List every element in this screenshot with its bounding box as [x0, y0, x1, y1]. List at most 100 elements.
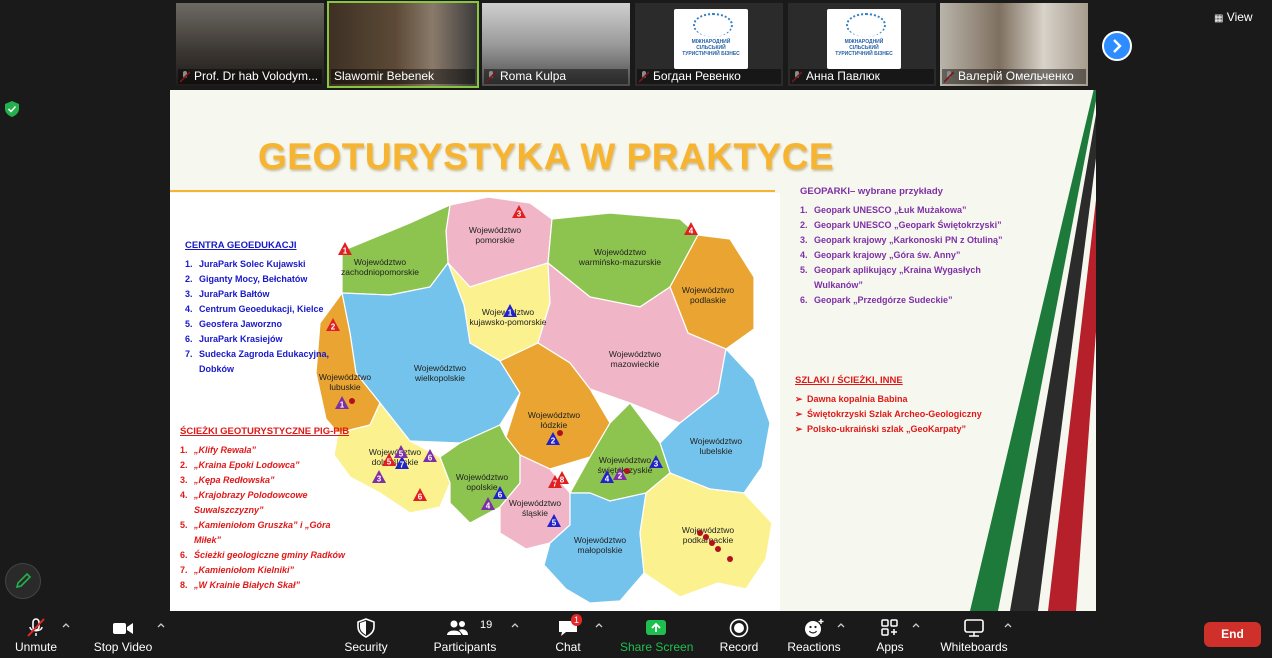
sciezki-heading: ŚCIEŻKI GEOTURYSTYCZNE PIG-PIB — [180, 426, 350, 437]
chevron-up-icon[interactable] — [511, 621, 519, 629]
participant-tile[interactable]: Валерій Омельченко — [940, 3, 1088, 86]
list-number: 5. — [800, 265, 808, 275]
next-page-button[interactable] — [1102, 31, 1132, 61]
list-item: 4. Geopark krajowy „Góra św. Anny” — [800, 248, 1020, 263]
shared-slide: GEOTURYSTYKA W PRAKTYCE Województwo pomor… — [170, 90, 1096, 611]
list-item: 5. „Kamieniołom Gruszka” i „Góra Miłek” — [180, 518, 352, 548]
security-label: Security — [344, 640, 388, 654]
encryption-shield-icon[interactable] — [5, 101, 19, 117]
participant-name: Roma Kulpa — [484, 69, 628, 84]
map-site-dot — [727, 556, 733, 562]
region-label: Województwo — [690, 436, 743, 446]
whiteboards-button[interactable]: Whiteboards — [938, 611, 1010, 658]
list-text: Geopark „Przedgórze Sudeckie” — [814, 295, 953, 305]
apps-grid-icon — [881, 619, 898, 636]
participant-tile-active-speaker[interactable]: Slawomir Bebenek — [327, 1, 479, 88]
list-text: Geosfera Jaworzno — [199, 319, 283, 329]
participant-tile[interactable]: Roma Kulpa — [482, 3, 630, 86]
unmute-button[interactable]: Unmute — [8, 611, 64, 658]
organization-logo: МІЖНАРОДНИЙ СІЛЬСЬКИЙ ТУРИСТИЧНИЙ БІЗНЕС — [674, 9, 748, 69]
map-site-dot — [697, 530, 703, 536]
list-number: 7. — [180, 565, 188, 575]
list-number: 2. — [800, 220, 808, 230]
sciezki-list: ŚCIEŻKI GEOTURYSTYCZNE PIG-PIB 1. „Klify … — [180, 424, 352, 593]
arrow-bullet-icon: ➢ — [795, 394, 803, 404]
security-button[interactable]: Security — [340, 611, 392, 658]
list-item: 7. Sudecka Zagroda Edukacyjna, Dobków — [185, 347, 355, 377]
list-text: Geopark UNESCO „Geopark Świętokrzyski” — [814, 220, 1002, 230]
list-item: 6. Geopark „Przedgórze Sudeckie” — [800, 293, 1020, 308]
video-camera-icon — [113, 623, 133, 634]
list-text: JuraPark Bałtów — [199, 289, 270, 299]
region-label: Województwo — [509, 498, 562, 508]
list-item: 6. Ścieżki geologiczne gminy Radków — [180, 548, 352, 563]
participant-name: Slawomir Bebenek — [331, 69, 475, 84]
chat-badge: 1 — [571, 614, 583, 626]
list-text: „Krajobrazy Polodowcowe Suwalszczyzny” — [194, 490, 308, 515]
szlaki-list: SZLAKI / ŚCIEŻKI, INNE ➢ Dawna kopalnia B… — [795, 373, 1015, 437]
participants-button[interactable]: 19 Participants — [432, 611, 498, 658]
list-text: „Kamieniołom Gruszka” i „Góra Miłek” — [194, 520, 331, 545]
region-label: podlaskie — [690, 295, 726, 305]
reactions-label: Reactions — [787, 640, 841, 654]
participant-tile[interactable]: МІЖНАРОДНИЙ СІЛЬСЬКИЙ ТУРИСТИЧНИЙ БІЗНЕС… — [788, 3, 936, 86]
share-screen-button[interactable]: Share Screen — [620, 611, 693, 658]
map-site-dot — [557, 430, 563, 436]
map-marker-label: 6 — [418, 493, 423, 502]
map-marker-label: 5 — [552, 519, 557, 528]
chat-button[interactable]: 1 Chat — [548, 611, 588, 658]
list-item: ➢ Świętokrzyski Szlak Archeo-Geologiczny — [795, 407, 1015, 422]
list-text: Polsko-ukraiński szlak „GeoKarpaty” — [807, 424, 967, 434]
list-item: 2. Geopark UNESCO „Geopark Świętokrzyski” — [800, 218, 1020, 233]
participant-name: Валерій Омельченко — [942, 69, 1086, 84]
chevron-up-icon[interactable] — [595, 621, 603, 629]
map-marker-label: 7 — [400, 461, 405, 470]
participant-tile[interactable]: Prof. Dr hab Volodym... — [176, 3, 324, 86]
region-label: Województwo — [682, 525, 735, 535]
list-text: Geopark krajowy „Karkonoski PN z Otuliną… — [814, 235, 1003, 245]
region-label: Województwo — [594, 247, 647, 257]
chevron-up-icon[interactable] — [157, 621, 165, 629]
grid-icon: ▦ — [1214, 13, 1224, 24]
szlaki-heading: SZLAKI / ŚCIEŻKI, INNE — [795, 375, 903, 386]
region-label: warmińsko-mazurskie — [578, 257, 661, 267]
region-label: Województwo — [574, 535, 627, 545]
participant-name: Prof. Dr hab Volodym... — [178, 69, 322, 84]
record-button[interactable]: Record — [716, 611, 762, 658]
chevron-up-icon[interactable] — [62, 621, 70, 629]
logo-ring-icon — [846, 13, 886, 37]
region-label: Województwo — [414, 363, 467, 373]
list-text: „Klify Rewala” — [194, 445, 257, 455]
muted-microphone-icon — [27, 618, 45, 637]
arrow-bullet-icon: ➢ — [795, 409, 803, 419]
chevron-up-icon[interactable] — [837, 621, 845, 629]
list-text: „Kępa Redłowska” — [194, 475, 275, 485]
map-marker-label: 4 — [486, 502, 491, 511]
apps-button[interactable]: Apps — [872, 611, 908, 658]
chevron-up-icon[interactable] — [1004, 621, 1012, 629]
region-label: Województwo — [682, 285, 735, 295]
stop-video-button[interactable]: Stop Video — [90, 611, 156, 658]
chevron-up-icon[interactable] — [912, 621, 920, 629]
list-text: „Kraina Epoki Lodowca” — [194, 460, 300, 470]
pencil-icon — [15, 572, 32, 589]
list-number: 8. — [180, 580, 188, 590]
list-item: 1. JuraPark Solec Kujawski — [185, 257, 355, 272]
reactions-button[interactable]: Reactions — [786, 611, 842, 658]
participant-name: Анна Павлюк — [790, 69, 934, 84]
view-button[interactable]: ▦ View — [1214, 10, 1253, 24]
centra-heading: CENTRA GEOEDUKACJI — [185, 240, 297, 251]
map-marker-label: 8 — [560, 476, 565, 485]
annotate-button[interactable] — [5, 563, 41, 599]
participant-tile[interactable]: МІЖНАРОДНИЙ СІЛЬСЬКИЙ ТУРИСТИЧНИЙ БІЗНЕС… — [635, 3, 783, 86]
map-site-dot — [709, 540, 715, 546]
end-meeting-button[interactable]: End — [1204, 622, 1261, 647]
logo-text: МІЖНАРОДНИЙ СІЛЬСЬКИЙ ТУРИСТИЧНИЙ БІЗНЕС — [835, 39, 893, 57]
list-number: 2. — [185, 274, 193, 284]
map-marker-label: 5 — [387, 458, 392, 467]
list-number: 3. — [185, 289, 193, 299]
list-number: 1. — [185, 259, 193, 269]
region-label: śląskie — [522, 508, 548, 518]
list-text: Giganty Mocy, Bełchatów — [199, 274, 308, 284]
region-label: opolskie — [466, 482, 497, 492]
